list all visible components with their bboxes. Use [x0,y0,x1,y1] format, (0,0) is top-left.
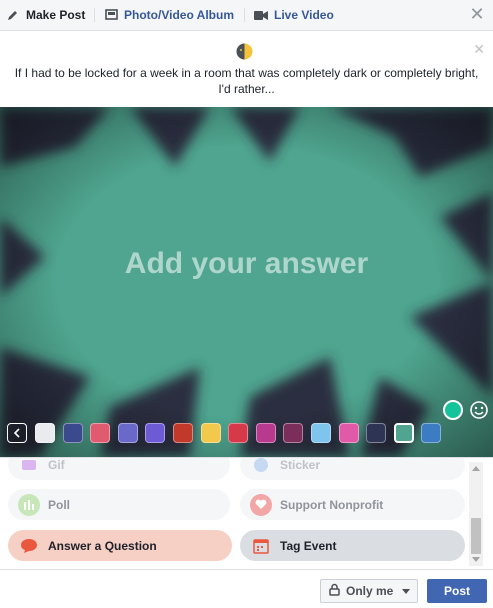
background-swatch-heart-magenta[interactable] [255,423,276,443]
tab-photo-video-album[interactable]: Photo/Video Album [104,0,234,30]
composer-footer: Only me Post [0,569,493,608]
background-swatch-green-selected[interactable] [393,423,414,443]
option-poll[interactable]: Poll [8,489,230,520]
option-support-nonprofit[interactable]: Support Nonprofit [240,489,465,520]
answer-input[interactable]: Add your answer [0,247,493,281]
option-tag-event[interactable]: Tag Event [240,530,465,561]
tab-live-video[interactable]: Live Video [254,0,334,30]
half-moon-sun-icon [236,43,253,60]
background-swatch-dots-navy[interactable] [62,423,83,443]
options-scrollbar[interactable] [469,462,483,566]
video-camera-icon [254,8,268,22]
post-button[interactable]: Post [427,579,487,603]
privacy-label: Only me [346,584,394,598]
close-icon[interactable]: ✕ [467,4,487,24]
tab-divider [94,8,95,22]
tab-label: Make Post [26,8,86,22]
background-swatch-light-blue[interactable] [310,423,331,443]
answer-canvas[interactable]: Add your answer [0,107,493,457]
emoji-icon[interactable] [469,400,489,420]
tab-label: Photo/Video Album [124,8,234,22]
chevron-left-icon[interactable] [7,423,27,443]
option-sticker[interactable]: Sticker [240,457,465,480]
gif-icon [18,458,40,476]
background-swatch-pink-flowers[interactable] [338,423,359,443]
background-swatch-pink-pattern[interactable] [90,423,111,443]
scroll-up-arrow-icon[interactable] [472,466,480,471]
background-swatch-blue-gradient[interactable] [421,423,442,443]
prompt-area: ✕ If I had to be locked for a week in a … [0,31,493,107]
option-label: Tag Event [280,538,337,553]
option-label: Gif [48,457,65,472]
composer-header: Make Post Photo/Video Album Live Video ✕ [0,0,493,31]
dismiss-prompt-icon[interactable]: ✕ [473,41,485,58]
calendar-icon [250,535,272,557]
background-swatch-city-night[interactable] [366,423,387,443]
canvas-background [0,107,493,457]
sticker-icon [250,458,272,476]
background-swatch-red-dots[interactable] [228,423,249,443]
option-label: Support Nonprofit [280,497,384,512]
scroll-thumb[interactable] [471,518,481,554]
poll-icon [18,493,40,516]
heart-icon [250,493,272,516]
chevron-down-icon [402,589,410,594]
background-swatch-sunset[interactable] [283,423,304,443]
background-swatch-violet[interactable] [145,423,166,443]
option-label: Poll [48,497,71,512]
tab-label: Live Video [274,8,334,22]
scroll-down-arrow-icon[interactable] [472,557,480,562]
prompt-question: If I had to be locked for a week in a ro… [14,66,479,96]
grammarly-icon[interactable] [443,400,463,420]
option-answer-question[interactable]: Answer a Question [8,530,232,561]
option-gif[interactable]: Gif [8,457,230,480]
background-swatch-red-brick[interactable] [172,423,193,443]
lock-icon [329,583,340,599]
tab-make-post[interactable]: Make Post [6,0,85,30]
post-options: Gif Sticker Poll Support Nonprofit Answe… [0,457,493,569]
speech-bubble-icon [18,535,40,557]
album-icon [104,8,118,22]
background-swatch-rainbow[interactable] [200,423,221,443]
pencil-icon [6,8,20,22]
privacy-selector[interactable]: Only me [320,579,418,603]
tab-divider [244,8,245,22]
option-label: Answer a Question [48,538,157,553]
background-swatch-blue-purple[interactable] [117,423,138,443]
background-swatches [7,423,449,443]
option-label: Sticker [280,457,321,472]
background-swatch-white[interactable] [35,423,55,443]
